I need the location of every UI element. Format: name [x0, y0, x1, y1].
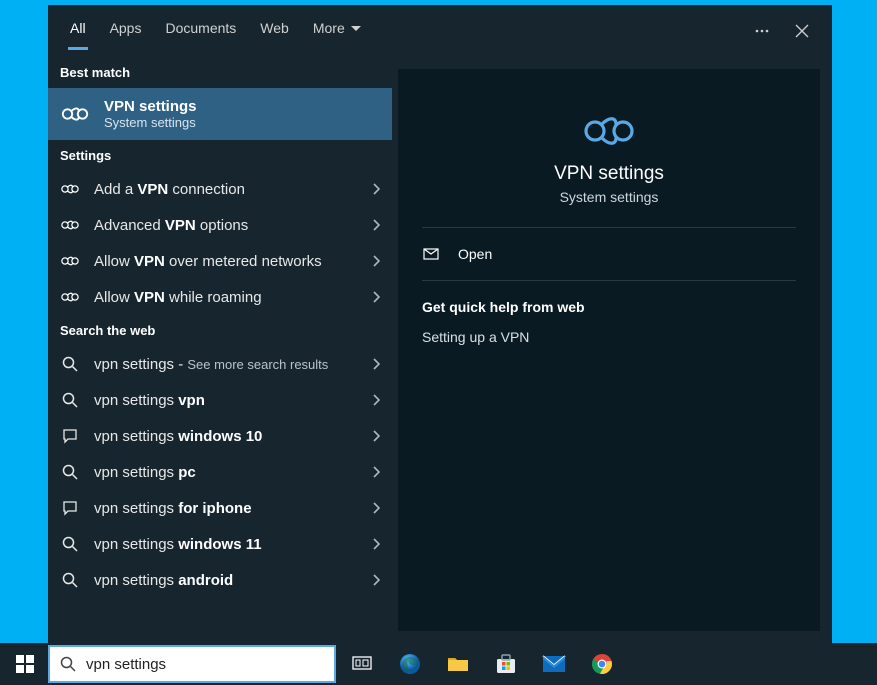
preview-subtitle: System settings [560, 189, 659, 205]
close-button[interactable] [782, 11, 822, 51]
chat-icon [60, 498, 80, 518]
web-result[interactable]: vpn settings - See more search results [48, 346, 392, 382]
web-result[interactable]: vpn settings android [48, 562, 392, 598]
help-link[interactable]: Setting up a VPN [422, 325, 796, 349]
search-icon [60, 462, 80, 482]
mail-icon [542, 655, 566, 673]
search-icon [60, 656, 76, 672]
ellipsis-icon [754, 23, 770, 39]
section-best-match: Best match [48, 57, 392, 88]
taskbar-search[interactable] [48, 645, 336, 683]
chevron-right-icon [372, 358, 380, 370]
chevron-right-icon [372, 219, 380, 231]
mail-button[interactable] [530, 643, 578, 685]
chevron-right-icon [372, 466, 380, 478]
web-result[interactable]: vpn settings for iphone [48, 490, 392, 526]
vpn-icon [579, 111, 639, 151]
chevron-right-icon [372, 255, 380, 267]
chevron-right-icon [372, 394, 380, 406]
settings-result[interactable]: Allow VPN while roaming [48, 279, 392, 315]
vpn-icon [60, 215, 80, 235]
chrome-button[interactable] [578, 643, 626, 685]
open-label: Open [458, 246, 492, 262]
settings-result[interactable]: Add a VPN connection [48, 171, 392, 207]
tab-apps[interactable]: Apps [98, 12, 154, 50]
chevron-right-icon [372, 538, 380, 550]
open-action[interactable]: Open [422, 228, 796, 281]
search-icon [60, 534, 80, 554]
close-icon [795, 24, 809, 38]
taskbar [0, 643, 877, 685]
preview-hero: VPN settings System settings [422, 91, 796, 228]
edge-icon [398, 652, 422, 676]
task-view-button[interactable] [338, 643, 386, 685]
help-heading: Get quick help from web [422, 281, 796, 325]
web-result[interactable]: vpn settings windows 10 [48, 418, 392, 454]
tab-web[interactable]: Web [248, 12, 301, 50]
best-match-title: VPN settings [104, 98, 197, 115]
web-result[interactable]: vpn settings vpn [48, 382, 392, 418]
result-label: Allow VPN over metered networks [94, 253, 358, 270]
result-label: Allow VPN while roaming [94, 289, 358, 306]
result-label: vpn settings - See more search results [94, 356, 358, 373]
task-view-icon [352, 656, 372, 672]
best-match-item[interactable]: VPN settings System settings [48, 88, 392, 140]
result-label: vpn settings android [94, 572, 358, 589]
tab-all[interactable]: All [58, 12, 98, 50]
chevron-right-icon [372, 291, 380, 303]
chrome-icon [591, 653, 613, 675]
content-area: Best match VPN settings System settings … [48, 57, 832, 643]
settings-result[interactable]: Advanced VPN options [48, 207, 392, 243]
tab-documents[interactable]: Documents [153, 12, 248, 50]
more-options-button[interactable] [742, 11, 782, 51]
tab-more[interactable]: More [301, 12, 373, 50]
chevron-down-icon [351, 26, 361, 31]
vpn-icon [60, 99, 90, 129]
folder-icon [447, 655, 469, 673]
chat-icon [60, 426, 80, 446]
result-label: vpn settings vpn [94, 392, 358, 409]
search-icon [60, 570, 80, 590]
edge-button[interactable] [386, 643, 434, 685]
chevron-right-icon [372, 574, 380, 586]
tabs-list: All Apps Documents Web More [58, 12, 373, 50]
store-icon [495, 653, 517, 675]
search-panel: All Apps Documents Web More Best match [48, 5, 832, 643]
preview-title: VPN settings [554, 163, 664, 185]
windows-icon [16, 655, 34, 673]
result-label: Advanced VPN options [94, 217, 358, 234]
result-label: Add a VPN connection [94, 181, 358, 198]
result-label: vpn settings windows 10 [94, 428, 358, 445]
search-icon [60, 354, 80, 374]
search-icon [60, 390, 80, 410]
section-web: Search the web [48, 315, 392, 346]
results-pane: Best match VPN settings System settings … [48, 57, 392, 643]
chevron-right-icon [372, 430, 380, 442]
web-result[interactable]: vpn settings pc [48, 454, 392, 490]
result-label: vpn settings pc [94, 464, 358, 481]
web-result[interactable]: vpn settings windows 11 [48, 526, 392, 562]
vpn-icon [60, 179, 80, 199]
best-match-text: VPN settings System settings [104, 98, 197, 130]
tabs-bar: All Apps Documents Web More [48, 5, 832, 57]
search-input[interactable] [86, 656, 324, 673]
start-button[interactable] [2, 643, 48, 685]
tab-more-label: More [313, 20, 345, 36]
open-icon [422, 246, 440, 262]
taskbar-icons [338, 643, 626, 685]
result-label: vpn settings for iphone [94, 500, 358, 517]
vpn-icon [60, 251, 80, 271]
file-explorer-button[interactable] [434, 643, 482, 685]
section-settings: Settings [48, 140, 392, 171]
microsoft-store-button[interactable] [482, 643, 530, 685]
vpn-icon [60, 287, 80, 307]
preview-pane: VPN settings System settings Open Get qu… [398, 69, 820, 631]
result-label: vpn settings windows 11 [94, 536, 358, 553]
chevron-right-icon [372, 502, 380, 514]
best-match-subtitle: System settings [104, 115, 197, 130]
chevron-right-icon [372, 183, 380, 195]
settings-result[interactable]: Allow VPN over metered networks [48, 243, 392, 279]
